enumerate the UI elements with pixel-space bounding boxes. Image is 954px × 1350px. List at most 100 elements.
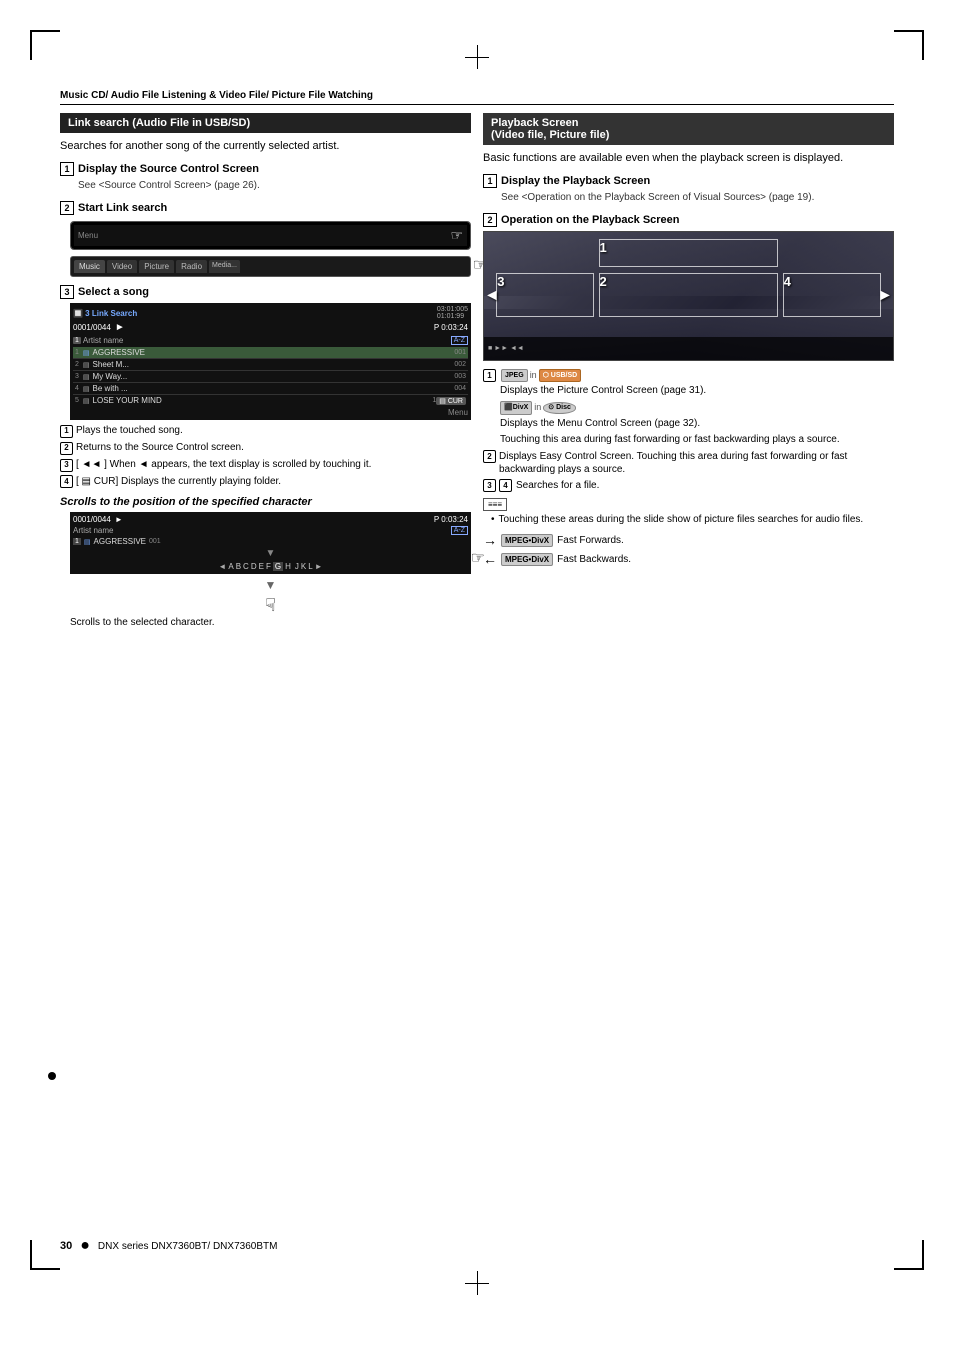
main-columns: Link search (Audio File in USB/SD) Searc…: [60, 113, 894, 638]
ls-song-2[interactable]: 3 ▤ My Way... 003: [73, 371, 468, 383]
annot-1-text: Plays the touched song.: [76, 424, 471, 437]
char-c[interactable]: C: [243, 562, 249, 571]
char-g[interactable]: G: [273, 562, 283, 571]
annot-3-text: [ ◄◄ ] When ◄ appears, the text display …: [76, 458, 471, 471]
pb-zone-3[interactable]: 3: [496, 273, 594, 317]
ls-song-0[interactable]: 1 ▤ AGGRESSIVE 001: [73, 347, 468, 359]
right-step-1: 1 Display the Playback Screen See <Opera…: [483, 174, 894, 205]
right-annot-2: 2 Displays Easy Control Screen. Touching…: [483, 450, 894, 476]
right-step-1-num: 1: [483, 174, 497, 188]
ls-screen-title: 🔲 3 Link Search: [73, 309, 137, 318]
annot-3-num: 3: [60, 459, 73, 472]
tab-video[interactable]: Video: [107, 260, 137, 273]
ttt-note: ≡≡≡: [483, 496, 894, 510]
annotation-2: 2 Returns to the Source Control screen.: [60, 441, 471, 455]
ls-song-1-num2: 002: [454, 361, 466, 368]
right-annotations: 1 JPEG in ⬡ USB/SD Displays the Picture …: [483, 369, 894, 567]
char-right-arrow[interactable]: ►: [315, 562, 323, 571]
step-1: 1 Display the Source Control Screen See …: [60, 162, 471, 193]
step-2-title: 2 Start Link search: [60, 201, 471, 215]
ls-song-1[interactable]: 2 ▤ Sheet M... 002: [73, 359, 468, 371]
footer-series-text: DNX series DNX7360BT/ DNX7360BTM: [98, 1241, 278, 1252]
ls-song-0-num: 1: [75, 349, 79, 356]
right-annot-4-num: 4: [499, 479, 512, 492]
right-annot-2-text: Displays Easy Control Screen. Touching t…: [499, 450, 894, 476]
scroll-section: Scrolls to the position of the specified…: [60, 496, 471, 630]
reg-mark-bl: [30, 1240, 60, 1270]
annot-4-num: 4: [60, 475, 73, 488]
pb-zone-1-label: 1: [600, 240, 607, 255]
ls-menu-label: Menu: [448, 408, 468, 417]
right-annot-1b-header: ⬛DivX in ⊙ Disc: [500, 401, 576, 414]
right-annot-3-num: 3: [483, 479, 496, 492]
tab-picture[interactable]: Picture: [139, 260, 174, 273]
char-k[interactable]: K: [301, 562, 306, 571]
char-h[interactable]: H: [285, 562, 291, 571]
touch-icon-3: ☞: [471, 548, 485, 568]
char-artist-row: Artist name A-Z: [73, 526, 468, 535]
ls-play: ►: [115, 322, 125, 333]
pb-arrow-left: ◄: [484, 287, 500, 305]
ls-menu-footer: Menu: [73, 408, 468, 417]
right-step-1-title: 1 Display the Playback Screen: [483, 174, 894, 188]
menu-device-screen: Menu ☞: [70, 221, 471, 250]
char-e[interactable]: E: [259, 562, 264, 571]
pb-zone-2[interactable]: 2: [599, 273, 779, 317]
menu-label: Menu: [78, 231, 98, 240]
annot-2-text: Returns to the Source Control screen.: [76, 441, 471, 454]
pb-zone-4[interactable]: 4: [783, 273, 881, 317]
char-d[interactable]: D: [251, 562, 257, 571]
page-title: Music CD/ Audio File Listening & Video F…: [60, 90, 894, 105]
right-annot-1b-text: Displays the Menu Control Screen (page 3…: [500, 417, 700, 431]
char-song-name: AGGRESSIVE: [94, 537, 146, 546]
tab-media[interactable]: Media...: [209, 260, 240, 273]
right-column: Playback Screen (Video file, Picture fil…: [483, 113, 894, 638]
char-left-arrow[interactable]: ◄: [218, 562, 226, 571]
char-song-num: 1: [73, 538, 81, 545]
fwd-row: → MPEG•DivX Fast Forwards.: [483, 532, 894, 548]
link-search-screen: 🔲 3 Link Search 03:01:00501:01:99 0001/0…: [70, 303, 471, 420]
right-annot-2-num: 2: [483, 450, 496, 463]
bwd-badge: MPEG•DivX: [501, 553, 553, 566]
right-section-desc: Basic functions are available even when …: [483, 151, 894, 166]
ls-song-3-num2: 004: [454, 385, 466, 392]
left-section-header: Link search (Audio File in USB/SD): [60, 113, 471, 133]
ls-song-4-num: 5: [75, 397, 79, 404]
ls-song-2-num: 3: [75, 373, 79, 380]
char-bar: ◄ A B C D E F G H J K L: [73, 562, 468, 571]
tab-music[interactable]: Music: [74, 260, 105, 273]
bwd-text: Fast Backwards.: [557, 554, 631, 565]
char-l[interactable]: L: [308, 562, 312, 571]
ls-song-4-name: LOSE YOUR MIND: [93, 396, 433, 405]
tab-radio[interactable]: Radio: [176, 260, 207, 273]
right-step-2-num: 2: [483, 213, 497, 227]
char-song-icon: ▤: [84, 538, 91, 546]
side-dot-bullet: [48, 1072, 56, 1080]
ls-az[interactable]: A-Z: [451, 336, 468, 345]
right-annot-1-note: Touching this area during fast forwardin…: [500, 433, 840, 447]
char-j[interactable]: J: [295, 562, 299, 571]
char-az[interactable]: A-Z: [451, 526, 468, 535]
char-b[interactable]: B: [236, 562, 241, 571]
ls-song-2-name: My Way...: [93, 372, 455, 381]
ls-song-4[interactable]: 5 ▤ LOSE YOUR MIND 1 ▤ CUR: [73, 395, 468, 406]
crosshair-bottom: [465, 1271, 489, 1295]
footer-page-num: 30: [60, 1240, 72, 1252]
char-f[interactable]: F: [266, 562, 271, 571]
tab-row: Music Video Picture Radio Media...: [74, 260, 467, 273]
right-step-2: 2 Operation on the Playback Screen 1: [483, 213, 894, 361]
ttt-badge: ≡≡≡: [483, 498, 507, 511]
bwd-arrow: ←: [483, 551, 497, 567]
ls-song-0-num2: 001: [454, 349, 466, 356]
annotation-4: 4 [ ▤ CUR] Displays the currently playin…: [60, 475, 471, 489]
right-annot-1-text: Displays the Picture Control Screen (pag…: [500, 384, 706, 398]
char-a[interactable]: A: [228, 562, 233, 571]
reg-mark-tl: [30, 30, 60, 60]
ls-song-0-name: AGGRESSIVE: [93, 348, 455, 357]
step-3: 3 Select a song 🔲 3 Link Search 03:01:00…: [60, 285, 471, 488]
annotation-3: 3 [ ◄◄ ] When ◄ appears, the text displa…: [60, 458, 471, 472]
ls-song-3[interactable]: 4 ▤ Be with ... 004: [73, 383, 468, 395]
annotation-1: 1 Plays the touched song.: [60, 424, 471, 438]
pb-zone-1[interactable]: 1: [599, 239, 779, 267]
ls-cur-btn[interactable]: ▤ CUR: [436, 397, 466, 405]
